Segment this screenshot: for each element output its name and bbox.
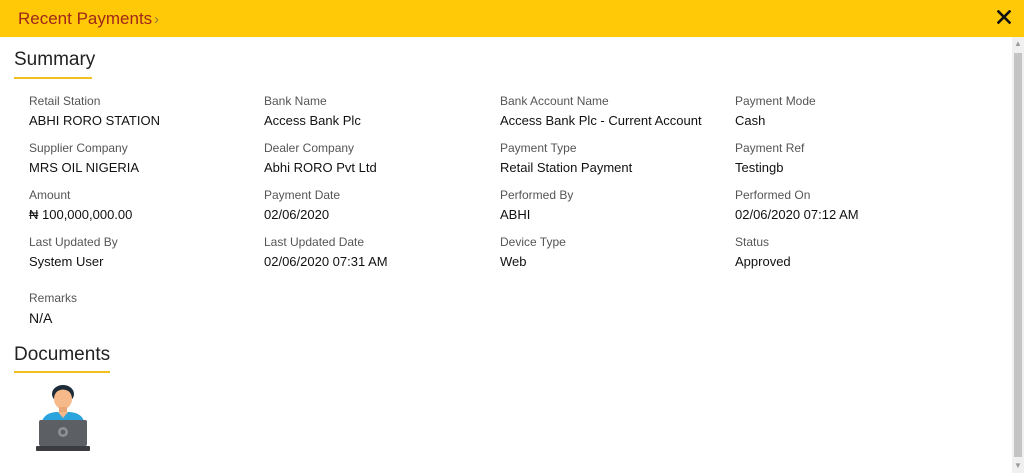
modal-body: Summary Retail Station ABHI RORO STATION… [0, 37, 1012, 473]
field-payment-date: Payment Date 02/06/2020 [264, 188, 340, 222]
field-label: Retail Station [29, 94, 101, 108]
field-retail-station: Retail Station ABHI RORO STATION [29, 94, 160, 128]
documents-underline [14, 371, 110, 373]
chevron-right-icon: › [154, 11, 159, 28]
field-value: 02/06/2020 07:31 AM [264, 254, 388, 269]
field-value: ABHI RORO STATION [29, 113, 160, 128]
scroll-up-icon[interactable]: ▲ [1012, 37, 1024, 51]
field-last-updated-date: Last Updated Date 02/06/2020 07:31 AM [264, 235, 388, 269]
close-button[interactable] [994, 6, 1014, 28]
field-value: N/A [29, 310, 53, 326]
field-payment-type: Payment Type Retail Station Payment [500, 141, 632, 175]
field-last-updated-by: Last Updated By System User [29, 235, 118, 269]
field-bank-account-name: Bank Account Name Access Bank Plc - Curr… [500, 94, 702, 128]
field-value: Access Bank Plc [264, 113, 361, 128]
scroll-down-icon[interactable]: ▼ [1012, 459, 1024, 473]
field-supplier-company: Supplier Company MRS OIL NIGERIA [29, 141, 139, 175]
field-value: 02/06/2020 07:12 AM [735, 207, 859, 222]
close-icon [996, 9, 1012, 25]
field-label: Performed By [500, 188, 574, 202]
breadcrumb-recent-payments[interactable]: Recent Payments [18, 9, 152, 29]
field-label: Supplier Company [29, 141, 128, 155]
field-performed-on: Performed On 02/06/2020 07:12 AM [735, 188, 859, 222]
field-value: ABHI [500, 207, 531, 222]
field-status: Status Approved [735, 235, 791, 269]
summary-title: Summary [14, 49, 96, 70]
field-value: 02/06/2020 [264, 207, 330, 222]
field-label: Status [735, 235, 770, 249]
field-value: Web [500, 254, 527, 269]
field-label: Dealer Company [264, 141, 355, 155]
field-value: Access Bank Plc - Current Account [500, 113, 702, 128]
vertical-scrollbar[interactable]: ▲ ▼ [1012, 37, 1024, 473]
field-value: ₦ 100,000,000.00 [29, 207, 133, 222]
field-label: Remarks [29, 291, 78, 305]
field-label: Payment Ref [735, 141, 805, 155]
field-remarks: Remarks N/A [29, 291, 77, 326]
field-device-type: Device Type Web [500, 235, 566, 269]
field-value: Retail Station Payment [500, 160, 633, 175]
field-label: Payment Type [500, 141, 577, 155]
documents-title: Documents [14, 344, 111, 365]
field-label: Performed On [735, 188, 811, 202]
field-label: Amount [29, 188, 71, 202]
field-label: Payment Date [264, 188, 341, 202]
scroll-thumb[interactable] [1014, 53, 1022, 457]
field-value: Approved [735, 254, 791, 269]
field-label: Last Updated By [29, 235, 118, 249]
field-label: Payment Mode [735, 94, 816, 108]
field-label: Bank Name [264, 94, 327, 108]
field-label: Bank Account Name [500, 94, 609, 108]
modal-header: Recent Payments › [0, 0, 1024, 37]
field-value: System User [29, 254, 104, 269]
document-thumbnail[interactable] [34, 382, 92, 456]
field-value: Abhi RORO Pvt Ltd [264, 160, 377, 175]
field-label: Device Type [500, 235, 566, 249]
field-label: Last Updated Date [264, 235, 365, 249]
field-amount: Amount ₦ 100,000,000.00 [29, 188, 132, 222]
field-payment-ref: Payment Ref Testingb [735, 141, 804, 175]
field-bank-name: Bank Name Access Bank Plc [264, 94, 361, 128]
field-value: MRS OIL NIGERIA [29, 160, 140, 175]
summary-underline [14, 77, 92, 79]
field-performed-by: Performed By ABHI [500, 188, 573, 222]
field-value: Testingb [735, 160, 784, 175]
field-payment-mode: Payment Mode Cash [735, 94, 816, 128]
field-value: Cash [735, 113, 766, 128]
user-laptop-icon [36, 385, 90, 451]
field-dealer-company: Dealer Company Abhi RORO Pvt Ltd [264, 141, 377, 175]
